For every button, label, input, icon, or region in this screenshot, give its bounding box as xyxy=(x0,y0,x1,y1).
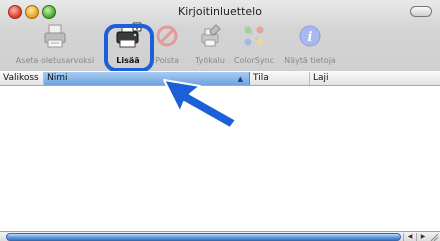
scroll-right-button[interactable]: ▶ xyxy=(416,233,429,241)
column-header-name-label: Nimi xyxy=(47,73,68,83)
add-button-highlight xyxy=(104,24,154,72)
column-header-kind[interactable]: Laji xyxy=(310,72,440,85)
delete-icon xyxy=(156,25,178,47)
column-header-status[interactable]: Tila xyxy=(250,72,310,85)
horizontal-scrollbar[interactable]: ◀ ▶ xyxy=(0,231,440,241)
info-icon: i xyxy=(299,25,321,47)
delete-label: Poista xyxy=(155,56,179,65)
svg-text:i: i xyxy=(308,30,313,45)
printer-default-icon xyxy=(44,24,66,48)
show-info-button[interactable]: i Näytä tietoja xyxy=(280,22,340,65)
set-default-button[interactable]: Aseta oletusarvoksi xyxy=(10,22,100,65)
toolbar-toggle-button[interactable] xyxy=(410,6,432,17)
toolbar: Aseta oletusarvoksi Lisää Poista Työkalu… xyxy=(0,22,440,70)
colorsync-label: ColorSync xyxy=(233,56,275,65)
show-info-label: Näytä tietoja xyxy=(284,56,336,65)
printer-list-window: Kirjoitinluettelo Aseta oletusarvoksi Li… xyxy=(0,0,440,241)
window-title: Kirjoitinluettelo xyxy=(178,5,262,18)
scroll-left-button[interactable]: ◀ xyxy=(403,233,416,241)
colorsync-button[interactable]: ColorSync xyxy=(226,22,282,65)
resize-grip-icon[interactable] xyxy=(429,233,439,241)
utility-icon xyxy=(201,24,221,47)
title-bar[interactable]: Kirjoitinluettelo xyxy=(0,0,440,22)
colorsync-icon xyxy=(243,25,265,47)
column-header-menu[interactable]: Valikoss xyxy=(0,72,44,85)
window-chrome: Kirjoitinluettelo Aseta oletusarvoksi Li… xyxy=(0,0,440,73)
set-default-label: Aseta oletusarvoksi xyxy=(15,56,95,65)
delete-button[interactable]: Poista xyxy=(150,22,184,65)
pointer-arrow-icon xyxy=(163,79,237,129)
scrollbar-thumb[interactable] xyxy=(6,233,401,241)
